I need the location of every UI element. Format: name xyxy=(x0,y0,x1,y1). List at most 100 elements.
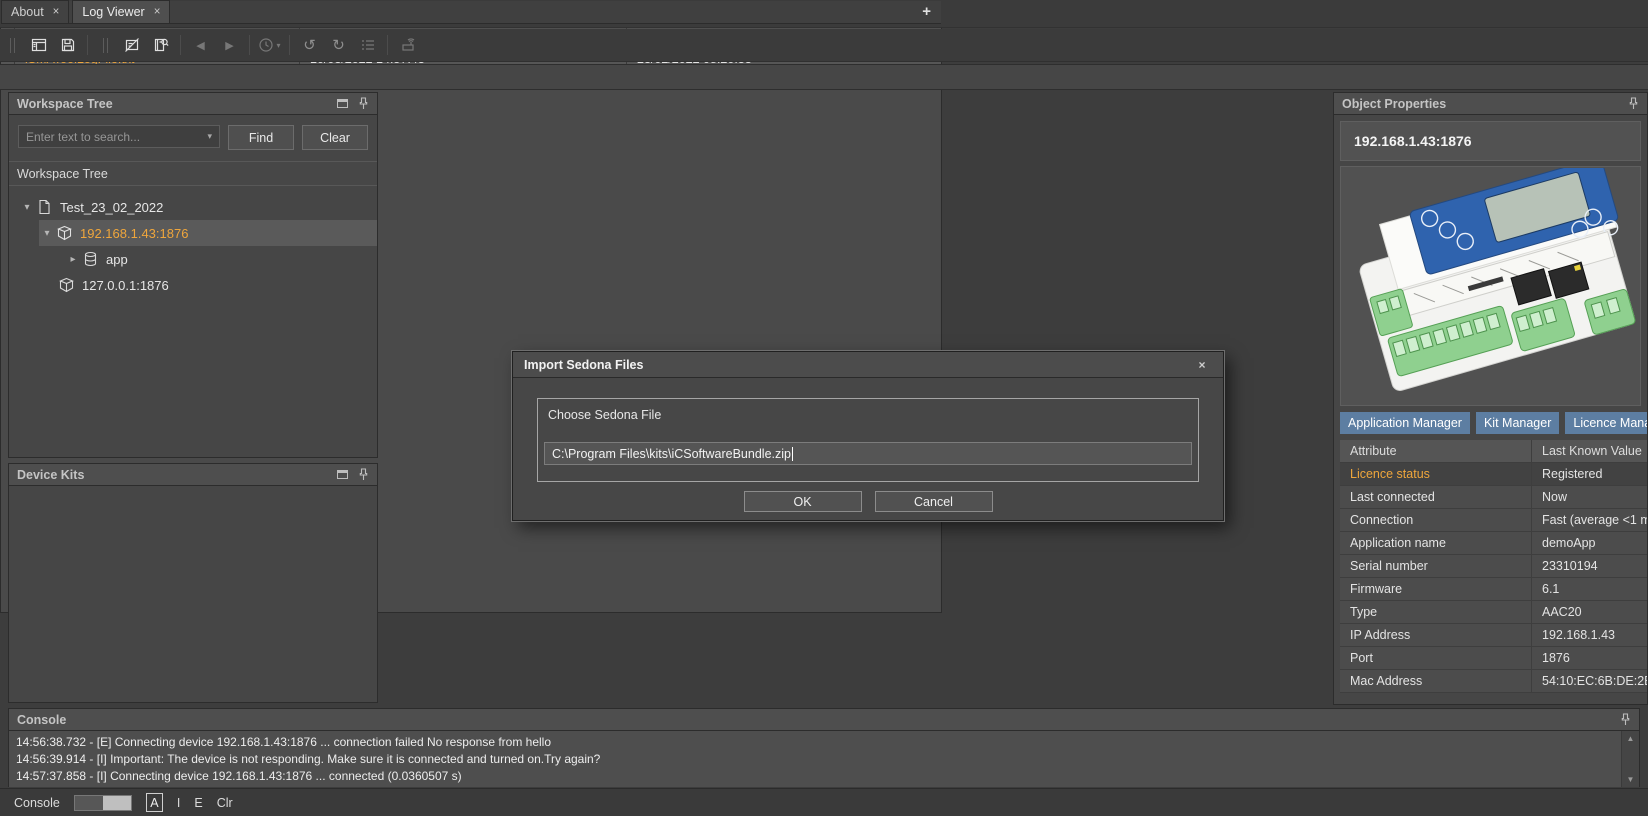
undo-icon[interactable]: ↺ xyxy=(296,33,323,58)
workspace-tree-panel: Workspace Tree Enter text to search... ▾… xyxy=(8,92,378,458)
table-row[interactable]: Port 1876 xyxy=(1340,647,1647,670)
application-manager-button[interactable]: Application Manager xyxy=(1340,412,1470,434)
close-icon[interactable]: × xyxy=(53,6,60,18)
restore-icon[interactable] xyxy=(337,470,348,479)
tab-log-viewer[interactable]: Log Viewer × xyxy=(72,0,170,23)
import-sedona-files-dialog: Import Sedona Files × Choose Sedona File… xyxy=(512,351,1224,521)
toolbar-separator xyxy=(180,35,181,55)
status-bar: Console A I E Clr xyxy=(0,788,1648,816)
pin-icon[interactable] xyxy=(358,468,369,481)
device-cube-icon xyxy=(58,277,75,293)
clear-button[interactable]: Clear xyxy=(302,125,368,150)
back-icon[interactable]: ◀ xyxy=(187,33,214,58)
scroll-down-icon[interactable]: ▼ xyxy=(1627,775,1635,784)
table-row[interactable]: Firmware 6.1 xyxy=(1340,578,1647,601)
console-log: 14:56:38.732 - [E] Connecting device 192… xyxy=(9,731,1639,787)
close-icon[interactable]: × xyxy=(1192,358,1212,372)
console-toggle[interactable] xyxy=(74,795,132,811)
tree-node-label: Test_23_02_2022 xyxy=(60,200,163,215)
toolbar-separator xyxy=(289,35,290,55)
console-scrollbar[interactable]: ▲ ▼ xyxy=(1621,731,1639,787)
find-button[interactable]: Find xyxy=(228,125,294,150)
device-kits-panel: Device Kits xyxy=(8,463,378,703)
list-icon[interactable] xyxy=(354,33,381,58)
file-path-input[interactable]: C:\Program Files\kits\iCSoftwareBundle.z… xyxy=(544,442,1192,465)
tree-node-label: 127.0.0.1:1876 xyxy=(82,278,169,293)
dialog-title: Import Sedona Files xyxy=(524,358,643,372)
device-name: 192.168.1.43:1876 xyxy=(1340,121,1641,161)
workspace-icon[interactable] xyxy=(25,33,52,58)
database-icon xyxy=(82,251,99,267)
table-row[interactable]: Serial number 23310194 xyxy=(1340,555,1647,578)
tree-node-device-selected[interactable]: ▾ 192.168.1.43:1876 xyxy=(9,220,377,246)
console-panel: Console 14:56:38.732 - [E] Connecting de… xyxy=(8,708,1640,787)
caret-down-icon[interactable]: ▾ xyxy=(39,228,55,239)
dock-strip xyxy=(0,64,1648,90)
tree-node-localhost[interactable]: 127.0.0.1:1876 xyxy=(9,272,377,298)
device-link-icon[interactable] xyxy=(394,33,421,58)
attributes-table: Attribute Last Known Value Licence statu… xyxy=(1340,440,1647,693)
workspace-tree-header: Workspace Tree xyxy=(9,93,377,115)
caret-down-icon[interactable]: ▾ xyxy=(19,202,35,213)
close-icon[interactable]: × xyxy=(154,6,161,18)
filter-info-button[interactable]: I xyxy=(177,796,180,810)
choose-file-groupbox: Choose Sedona File C:\Program Files\kits… xyxy=(537,398,1199,482)
table-row[interactable]: Type AAC20 xyxy=(1340,601,1647,624)
add-tab-button[interactable]: + xyxy=(922,3,931,20)
caret-right-icon[interactable]: ▸ xyxy=(65,254,81,265)
ok-button[interactable]: OK xyxy=(744,491,862,512)
clear-console-button[interactable]: Clr xyxy=(217,796,233,810)
cancel-button[interactable]: Cancel xyxy=(875,491,993,512)
tree-node-app[interactable]: ▸ app xyxy=(9,246,377,272)
kit-search-icon[interactable] xyxy=(147,33,174,58)
table-row[interactable]: Mac Address 54:10:EC:6B:DE:2E xyxy=(1340,670,1647,693)
search-dropdown-icon[interactable]: ▾ xyxy=(207,131,212,142)
table-row[interactable]: Connection Fast (average <1 ms) xyxy=(1340,509,1647,532)
search-input[interactable]: Enter text to search... ▾ xyxy=(18,125,220,148)
pin-icon[interactable] xyxy=(1620,713,1631,726)
filter-all-button[interactable]: A xyxy=(146,793,163,812)
workspace-tree: ▾ Test_23_02_2022 ▾ 192.168.1.43:1876 ▸ … xyxy=(9,186,377,298)
licence-manager-button[interactable]: Licence Manager xyxy=(1565,412,1648,434)
console-header: Console xyxy=(9,709,1639,731)
table-row[interactable]: IP Address 192.168.1.43 xyxy=(1340,624,1647,647)
console-line: 14:56:39.914 - [I] Important: The device… xyxy=(16,751,1615,768)
text-cursor xyxy=(792,447,793,461)
save-icon[interactable] xyxy=(54,33,81,58)
redo-icon[interactable]: ↻ xyxy=(325,33,352,58)
table-row[interactable]: Licence status Registered xyxy=(1340,463,1647,486)
object-properties-header: Object Properties xyxy=(1334,93,1647,115)
toolbar-separator xyxy=(387,35,388,55)
table-row[interactable]: Application name demoApp xyxy=(1340,532,1647,555)
tree-node-label: app xyxy=(106,252,128,267)
dialog-title-bar[interactable]: Import Sedona Files × xyxy=(513,352,1223,378)
device-cube-icon xyxy=(56,225,73,241)
object-properties-panel: Object Properties 192.168.1.43:1876 xyxy=(1333,92,1648,705)
toolbar-grip-2[interactable] xyxy=(103,38,108,53)
forward-icon[interactable]: ▶ xyxy=(216,33,243,58)
history-icon[interactable]: ▾ xyxy=(256,33,283,58)
device-kits-header: Device Kits xyxy=(9,464,377,486)
scroll-up-icon[interactable]: ▲ xyxy=(1627,734,1635,743)
object-properties-title: Object Properties xyxy=(1342,97,1446,111)
attributes-table-header: Attribute Last Known Value xyxy=(1340,440,1647,463)
workspace-tree-title: Workspace Tree xyxy=(17,97,113,111)
kit-manager-button[interactable]: Kit Manager xyxy=(1476,412,1559,434)
toolbar: ◀ ▶ ▾ ↺ ↻ xyxy=(0,29,1648,62)
tree-node-project[interactable]: ▾ Test_23_02_2022 xyxy=(9,194,377,220)
pin-icon[interactable] xyxy=(358,97,369,110)
toolbar-grip-1[interactable] xyxy=(10,38,15,53)
toolbar-separator xyxy=(87,35,88,55)
statusbar-console-label: Console xyxy=(14,796,60,810)
filter-error-button[interactable]: E xyxy=(194,796,202,810)
document-icon xyxy=(36,199,53,215)
form-edit-icon[interactable] xyxy=(118,33,145,58)
tree-node-label: 192.168.1.43:1876 xyxy=(80,226,188,241)
restore-icon[interactable] xyxy=(337,99,348,108)
device-image xyxy=(1340,166,1641,406)
search-placeholder: Enter text to search... xyxy=(26,130,140,144)
workspace-tree-section-header: Workspace Tree xyxy=(9,161,377,186)
table-row[interactable]: Last connected Now xyxy=(1340,486,1647,509)
tab-about[interactable]: About × xyxy=(1,0,69,23)
pin-icon[interactable] xyxy=(1628,97,1639,110)
